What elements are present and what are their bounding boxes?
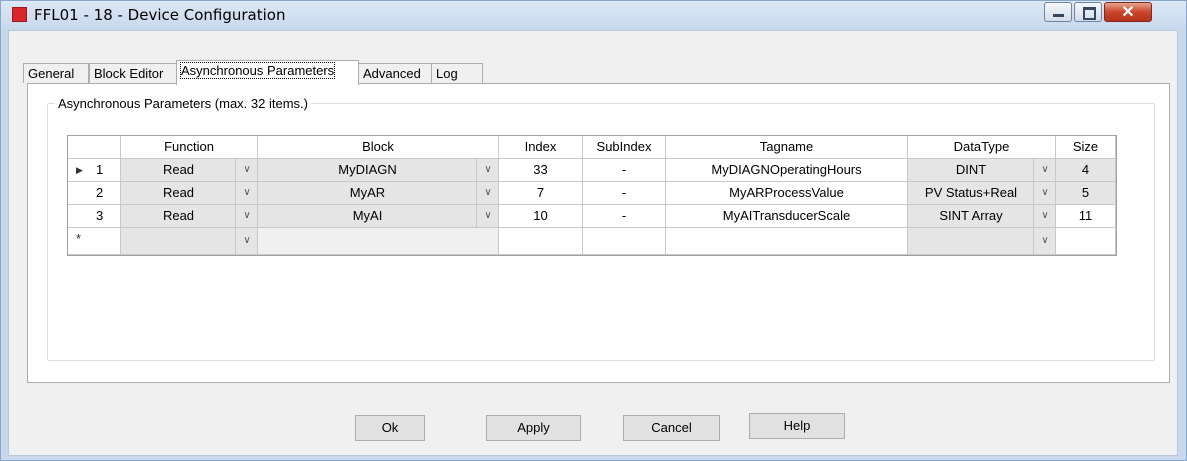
tab-block-editor[interactable]: Block Editor [89,63,177,83]
help-button[interactable]: Help [749,413,845,439]
new-tagname-cell[interactable] [666,228,908,255]
size-cell: 4 [1056,159,1116,182]
subindex-cell[interactable]: - [583,182,666,205]
chevron-down-icon[interactable]: ∨ [1033,159,1055,181]
size-cell[interactable]: 11 [1056,205,1116,228]
ok-button[interactable]: Ok [355,415,425,441]
chevron-down-icon[interactable]: ∨ [235,182,257,204]
chevron-down-icon[interactable]: ∨ [235,205,257,227]
chevron-down-icon[interactable]: ∨ [1033,205,1055,227]
new-size-cell[interactable] [1056,228,1116,255]
title-bar[interactable]: FFL01 - 18 - Device Configuration ✕ [1,1,1186,31]
block-combo[interactable]: MyAI ∨ [258,205,499,228]
row-number: 2 [96,185,104,200]
header-block[interactable]: Block [258,136,499,159]
header-index[interactable]: Index [499,136,583,159]
tagname-cell[interactable]: MyAITransducerScale [666,205,908,228]
datatype-value: SINT Array [939,208,1003,223]
datatype-value: PV Status+Real [924,185,1018,200]
new-function-combo[interactable]: ∨ [121,228,258,255]
close-button[interactable]: ✕ [1104,2,1152,22]
block-value: MyAR [349,185,386,200]
function-value: Read [162,162,195,177]
row-number: 1 [96,162,104,177]
row-number: 3 [96,208,104,223]
block-value: MyAI [352,208,383,223]
row-pointer-icon: ▶ [76,165,83,175]
tagname-cell[interactable]: MyDIAGNOperatingHours [666,159,908,182]
app-icon [12,7,27,22]
datatype-combo[interactable]: DINT ∨ [908,159,1056,182]
function-combo[interactable]: Read ∨ [121,205,258,228]
header-size[interactable]: Size [1056,136,1116,159]
block-combo[interactable]: MyDIAGN ∨ [258,159,499,182]
tab-asynchronous-parameters[interactable]: Asynchronous Parameters [176,60,359,85]
tab-advanced-label: Advanced [363,66,421,81]
index-cell[interactable]: 33 [499,159,583,182]
new-row-marker: * [76,231,82,246]
minimize-icon [1053,14,1064,17]
new-block-cell[interactable] [258,228,499,255]
index-cell[interactable]: 10 [499,205,583,228]
row-header[interactable]: 3 [68,205,121,228]
new-index-cell[interactable] [499,228,583,255]
tab-advanced[interactable]: Advanced [358,63,432,83]
row-header[interactable]: 2 [68,182,121,205]
group-label: Asynchronous Parameters (max. 32 items.) [55,96,311,111]
chevron-down-icon[interactable]: ∨ [476,182,498,204]
header-subindex[interactable]: SubIndex [583,136,666,159]
row-header[interactable]: ▶ 1 [68,159,121,182]
close-icon: ✕ [1121,4,1135,21]
tab-block-editor-label: Block Editor [94,66,164,81]
chevron-down-icon[interactable]: ∨ [476,159,498,181]
chevron-down-icon[interactable]: ∨ [1033,228,1055,254]
header-tagname[interactable]: Tagname [666,136,908,159]
tab-asynchronous-parameters-label: Asynchronous Parameters [179,62,336,79]
header-datatype[interactable]: DataType [908,136,1056,159]
subindex-cell[interactable]: - [583,205,666,228]
maximize-button[interactable] [1074,2,1102,22]
function-combo[interactable]: Read ∨ [121,159,258,182]
datatype-combo[interactable]: PV Status+Real ∨ [908,182,1056,205]
chevron-down-icon[interactable]: ∨ [235,159,257,181]
apply-button[interactable]: Apply [486,415,581,441]
maximize-icon [1083,7,1096,20]
cancel-button[interactable]: Cancel [623,415,720,441]
chevron-down-icon[interactable]: ∨ [1033,182,1055,204]
tab-general[interactable]: General [23,63,89,83]
block-combo[interactable]: MyAR ∨ [258,182,499,205]
size-cell: 5 [1056,182,1116,205]
minimize-button[interactable] [1044,2,1072,22]
tab-log-label: Log [436,66,458,81]
new-row-header[interactable]: * [68,228,121,255]
chevron-down-icon[interactable]: ∨ [476,205,498,227]
parameters-grid: Function Block Index SubIndex Tagname Da… [67,135,1117,256]
header-function[interactable]: Function [121,136,258,159]
tab-general-label: General [28,66,75,81]
tab-log[interactable]: Log [431,63,483,83]
chevron-down-icon[interactable]: ∨ [235,228,257,254]
datatype-combo[interactable]: SINT Array ∨ [908,205,1056,228]
datatype-value: DINT [955,162,987,177]
function-value: Read [162,208,195,223]
new-datatype-combo[interactable]: ∨ [908,228,1056,255]
function-combo[interactable]: Read ∨ [121,182,258,205]
index-cell[interactable]: 7 [499,182,583,205]
window-title: FFL01 - 18 - Device Configuration [34,6,286,24]
block-value: MyDIAGN [338,162,397,177]
grid-corner [68,136,121,159]
function-value: Read [162,185,195,200]
tagname-cell[interactable]: MyARProcessValue [666,182,908,205]
subindex-cell[interactable]: - [583,159,666,182]
new-subindex-cell[interactable] [583,228,666,255]
